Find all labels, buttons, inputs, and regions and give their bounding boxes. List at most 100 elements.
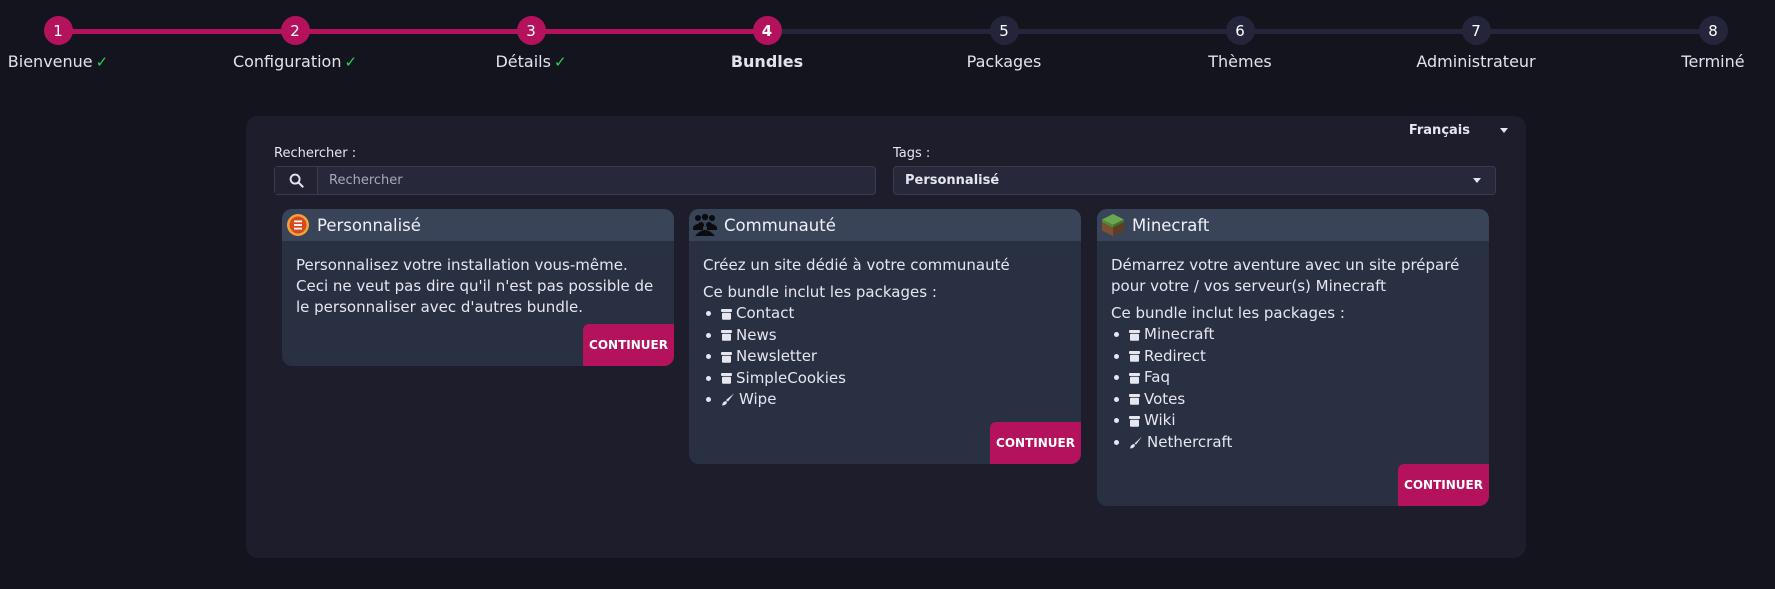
bundle-card-communaute: Communauté Créez un site dédié à votre c… (689, 209, 1081, 464)
bundles-panel: Français Rechercher : Tags : Personnalis… (246, 116, 1526, 558)
package-icon (721, 329, 732, 342)
card-footer: CONTINUER (1097, 464, 1489, 506)
description-line: Ceci ne veut pas dire qu'il n'est pas po… (296, 277, 654, 316)
step-label: Packages (966, 52, 1042, 71)
card-title: Communauté (724, 215, 836, 235)
bundle-card-personnalise: Personnalisé Personnalisez votre install… (282, 209, 674, 366)
step-number: 5 (989, 16, 1019, 45)
step-number: 2 (280, 16, 310, 45)
step-label-wrap: Détails ✓ (431, 52, 631, 71)
language-value: Français (1408, 123, 1470, 138)
check-icon: ✓ (344, 53, 358, 71)
card-header: Personnalisé (282, 209, 674, 241)
package-name: Faq (1144, 368, 1170, 387)
package-icon (721, 351, 732, 363)
step-themes[interactable]: 6 Thèmes (1140, 16, 1340, 71)
search-input[interactable] (318, 167, 875, 194)
package-name: Wipe (739, 390, 777, 409)
step-configuration[interactable]: 2 Configuration ✓ (195, 16, 395, 71)
minecraft-grass-block-icon (1100, 212, 1126, 238)
packages-intro: Ce bundle inclut les packages : (703, 283, 937, 301)
bundle-card-minecraft: Minecraft Démarrez votre aventure avec u… (1097, 209, 1489, 506)
description-line: Personnalisez votre installation vous-mê… (296, 256, 628, 274)
package-icon (721, 308, 732, 320)
check-icon: ✓ (553, 53, 567, 71)
list-item: SimpleCookies (703, 368, 1067, 390)
card-description: Démarrez votre aventure avec un site pré… (1111, 256, 1460, 295)
search-field (274, 166, 876, 195)
step-termine[interactable]: 8 Terminé (1613, 16, 1775, 71)
chevron-down-icon (1500, 128, 1508, 133)
chevron-down-icon (1473, 178, 1481, 183)
card-body: Démarrez votre aventure avec un site pré… (1097, 241, 1489, 453)
package-name: Newsletter (736, 347, 818, 366)
step-administrateur[interactable]: 7 Administrateur (1376, 16, 1576, 71)
step-bienvenue[interactable]: 1 Bienvenue ✓ (0, 16, 158, 71)
card-description: Personnalisez votre installation vous-mê… (296, 255, 660, 318)
package-name: Votes (1144, 389, 1186, 408)
custom-bundle-icon (285, 212, 311, 238)
package-name: Minecraft (1144, 325, 1215, 344)
package-icon (1129, 329, 1140, 341)
step-label: Thèmes (1208, 52, 1272, 71)
step-label: Bienvenue (7, 52, 93, 71)
package-name: SimpleCookies (736, 368, 846, 387)
list-item: News (703, 325, 1067, 347)
card-description: Créez un site dédié à votre communauté (703, 256, 1010, 274)
list-item: Faq (1111, 367, 1475, 389)
step-label-wrap: Configuration ✓ (195, 52, 395, 71)
continue-button[interactable]: CONTINUER (583, 324, 674, 366)
card-footer: CONTINUER (689, 421, 1081, 464)
card-header: Minecraft (1097, 209, 1489, 241)
package-name: Contact (736, 304, 795, 323)
package-name: Redirect (1144, 346, 1206, 365)
tags-label: Tags : (893, 146, 931, 161)
language-select[interactable]: Français (1409, 123, 1508, 138)
search-label: Rechercher : (274, 146, 357, 161)
step-number: 4 (752, 16, 782, 45)
package-icon (721, 372, 732, 385)
package-icon (1129, 350, 1140, 363)
package-name: News (736, 325, 777, 344)
package-icon (1129, 415, 1140, 427)
step-number: 3 (516, 16, 546, 45)
check-icon: ✓ (95, 53, 109, 71)
continue-button[interactable]: CONTINUER (990, 421, 1081, 464)
step-details[interactable]: 3 Détails ✓ (431, 16, 631, 71)
step-label: Détails (495, 52, 551, 71)
step-label: Administrateur (1416, 52, 1536, 71)
search-icon[interactable] (275, 167, 318, 194)
packages-intro: Ce bundle inclut les packages : (1111, 304, 1345, 322)
list-item: Nethercraft (1111, 432, 1475, 454)
stepper-progress-done (58, 29, 767, 34)
step-number: 7 (1461, 16, 1491, 45)
step-bundles[interactable]: 4 Bundles (667, 16, 867, 71)
card-header: Communauté (689, 209, 1081, 241)
brush-icon (1129, 436, 1143, 449)
users-icon (692, 212, 718, 238)
package-name: Wiki (1144, 411, 1176, 430)
package-icon (1129, 393, 1140, 406)
list-item: Newsletter (703, 346, 1067, 368)
card-body: Créez un site dédié à votre communauté C… (689, 241, 1081, 411)
package-list: Minecraft Redirect Faq Votes Wiki Nether… (1111, 324, 1475, 453)
step-number: 1 (43, 16, 73, 45)
list-item: Votes (1111, 389, 1475, 411)
card-footer: CONTINUER (282, 324, 674, 366)
card-title: Minecraft (1132, 215, 1210, 235)
list-item: Redirect (1111, 346, 1475, 368)
brush-icon (721, 393, 735, 406)
package-icon (1129, 372, 1140, 384)
continue-button[interactable]: CONTINUER (1398, 464, 1489, 506)
card-body: Personnalisez votre installation vous-mê… (282, 241, 674, 318)
card-title: Personnalisé (317, 215, 421, 235)
step-number: 8 (1698, 16, 1728, 45)
package-name: Nethercraft (1147, 432, 1233, 451)
tags-select[interactable]: Personnalisé (893, 166, 1496, 195)
list-item: Minecraft (1111, 324, 1475, 346)
tags-value: Personnalisé (905, 173, 1000, 188)
step-label: Terminé (1681, 52, 1745, 71)
step-packages[interactable]: 5 Packages (904, 16, 1104, 71)
step-number: 6 (1225, 16, 1255, 45)
list-item: Contact (703, 303, 1067, 325)
